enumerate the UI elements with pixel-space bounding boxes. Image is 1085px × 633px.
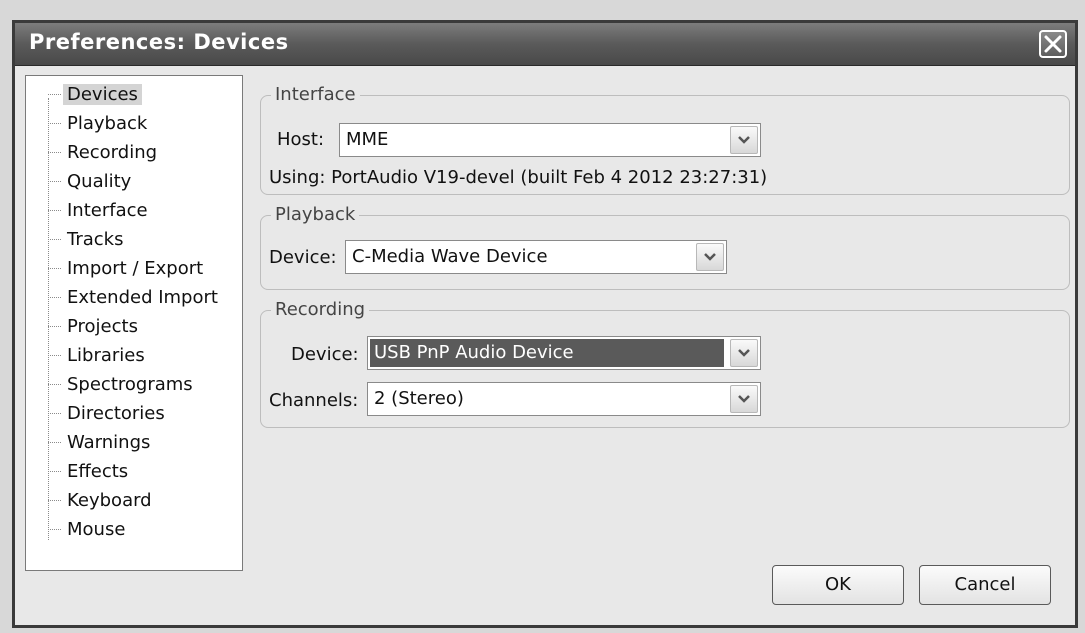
playback-group: Playback Device: C-Media Wave Device — [260, 203, 1070, 290]
cancel-button[interactable]: Cancel — [919, 565, 1051, 605]
chevron-down-icon — [704, 253, 716, 261]
category-tree: Devices Playback Recording Quality Inter… — [25, 75, 243, 571]
interface-group-title: Interface — [271, 83, 360, 107]
tree-item-warnings[interactable]: Warnings — [48, 429, 154, 457]
host-label: Host: — [277, 129, 325, 150]
tree-item-playback[interactable]: Playback — [48, 110, 151, 138]
tree-item-label: Spectrograms — [67, 374, 193, 395]
channels-dropdown-button[interactable] — [730, 385, 758, 413]
playback-device-select[interactable]: C-Media Wave Device — [345, 240, 727, 274]
recording-device-dropdown-button[interactable] — [730, 339, 758, 367]
tree-item-interface[interactable]: Interface — [48, 197, 152, 225]
tree-item-extended-import[interactable]: Extended Import — [48, 284, 222, 312]
channels-select[interactable]: 2 (Stereo) — [367, 382, 761, 416]
host-value: MME — [346, 129, 389, 150]
playback-device-dropdown-button[interactable] — [696, 243, 724, 271]
tree-item-libraries[interactable]: Libraries — [48, 342, 149, 370]
tree-item-recording[interactable]: Recording — [48, 139, 161, 167]
chevron-down-icon — [738, 395, 750, 403]
close-icon — [1044, 35, 1062, 53]
portaudio-info-text: Using: PortAudio V19-devel (built Feb 4 … — [269, 167, 768, 188]
tree-item-spectrograms[interactable]: Spectrograms — [48, 371, 197, 399]
interface-group: Interface Host: MME Using: PortAudio V19… — [260, 83, 1070, 195]
close-button[interactable] — [1039, 30, 1067, 58]
tree-item-label: Extended Import — [67, 287, 218, 308]
tree-item-label: Import / Export — [67, 258, 204, 279]
recording-group: Recording Device: USB PnP Audio Device C… — [260, 298, 1070, 428]
tree-item-quality[interactable]: Quality — [48, 168, 135, 196]
recording-device-select[interactable]: USB PnP Audio Device — [367, 336, 761, 370]
preferences-dialog: Preferences: Devices Devices Playback Re… — [12, 20, 1078, 628]
ok-button[interactable]: OK — [772, 565, 904, 605]
tree-item-label: Quality — [67, 171, 132, 192]
tree-item-keyboard[interactable]: Keyboard — [48, 487, 156, 515]
tree-item-import-export[interactable]: Import / Export — [48, 255, 207, 283]
titlebar[interactable]: Preferences: Devices — [15, 23, 1075, 66]
recording-group-title: Recording — [271, 298, 370, 322]
tree-item-label: Directories — [67, 403, 165, 424]
tree-item-devices[interactable]: Devices — [48, 81, 142, 109]
tree-item-label: Keyboard — [67, 490, 152, 511]
tree-item-label: Libraries — [67, 345, 145, 366]
recording-device-label: Device: — [291, 344, 359, 365]
tree-item-label: Tracks — [67, 229, 124, 250]
tree-item-label: Mouse — [67, 519, 126, 540]
tree-item-label: Playback — [67, 113, 148, 134]
tree-item-effects[interactable]: Effects — [48, 458, 132, 486]
tree-item-label: Recording — [67, 142, 158, 163]
playback-device-label: Device: — [269, 247, 337, 268]
tree-item-label: Interface — [67, 200, 148, 221]
tree-item-label: Projects — [67, 316, 138, 337]
tree-item-projects[interactable]: Projects — [48, 313, 142, 341]
tree-item-tracks[interactable]: Tracks — [48, 226, 127, 254]
tree-item-label: Effects — [67, 461, 129, 482]
recording-device-value: USB PnP Audio Device — [374, 342, 574, 363]
host-select[interactable]: MME — [339, 123, 761, 157]
playback-group-title: Playback — [271, 203, 360, 227]
channels-label: Channels: — [269, 390, 359, 411]
host-dropdown-button[interactable] — [730, 126, 758, 154]
chevron-down-icon — [738, 349, 750, 357]
tree-item-label: Warnings — [67, 432, 151, 453]
playback-device-value: C-Media Wave Device — [352, 246, 548, 267]
chevron-down-icon — [738, 136, 750, 144]
tree-item-directories[interactable]: Directories — [48, 400, 169, 428]
tree-item-mouse[interactable]: Mouse — [48, 516, 129, 544]
window-title: Preferences: Devices — [29, 30, 289, 54]
tree-item-label: Devices — [63, 84, 142, 105]
channels-value: 2 (Stereo) — [374, 388, 464, 409]
